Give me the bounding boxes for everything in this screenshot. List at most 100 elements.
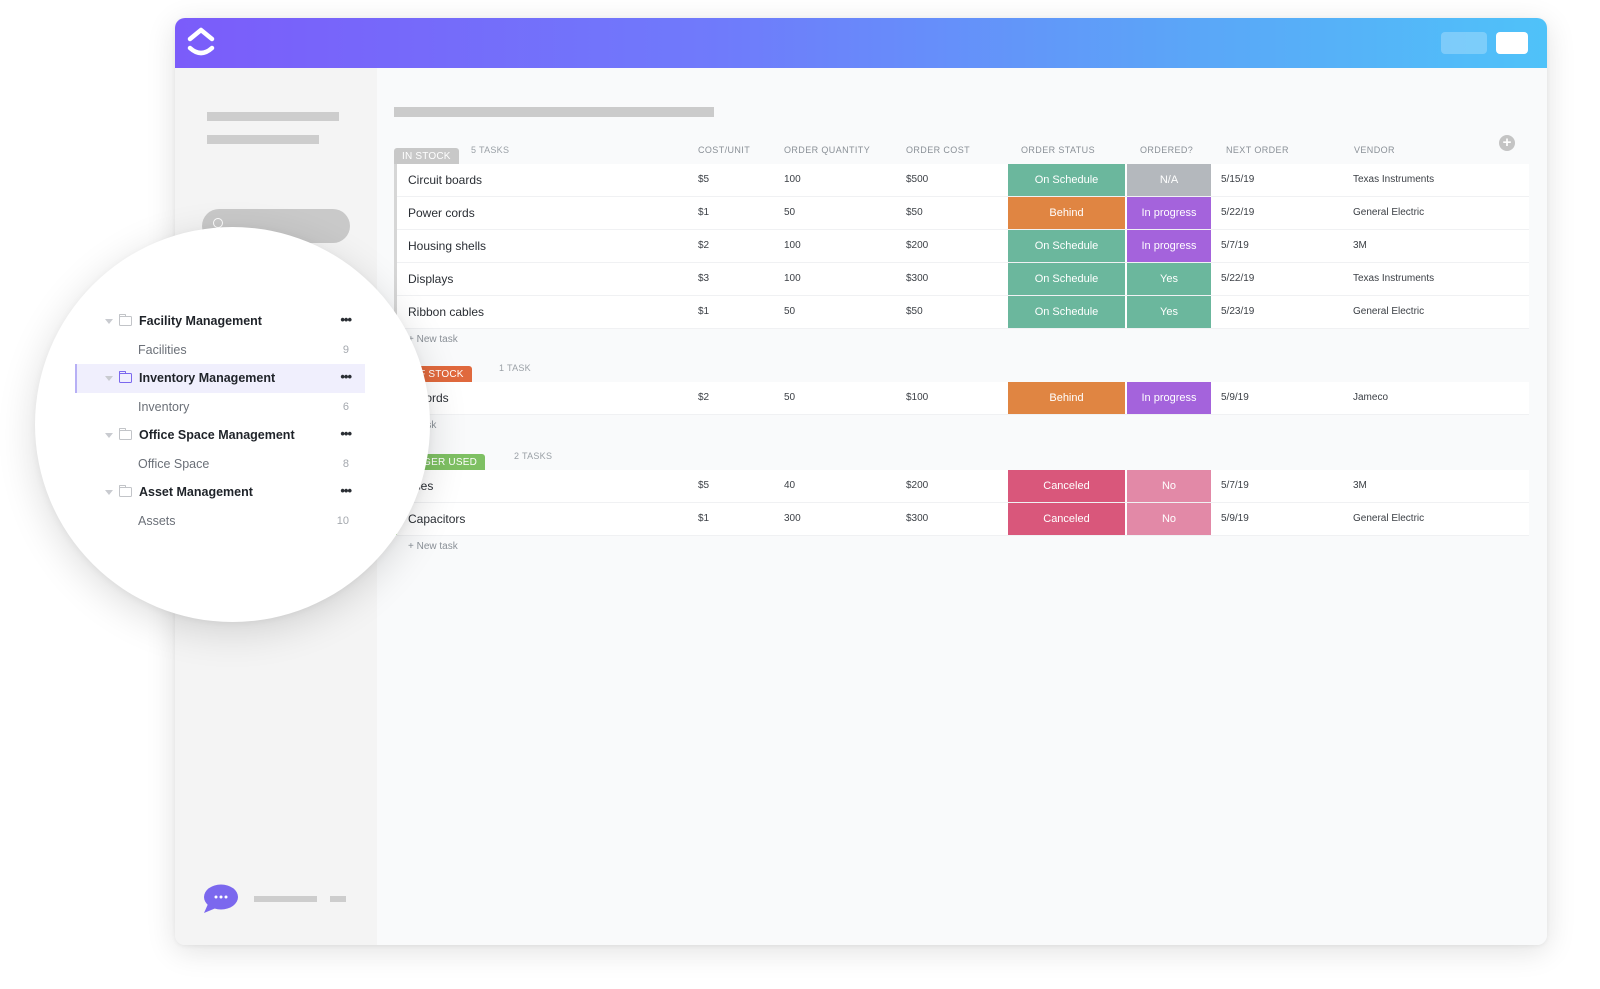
vendor-cell[interactable]: Texas Instruments — [1353, 263, 1434, 295]
order-quantity-cell[interactable]: 50 — [784, 197, 795, 229]
order-quantity-cell[interactable]: 50 — [784, 382, 795, 414]
task-name[interactable]: Capacitors — [408, 503, 465, 535]
vendor-cell[interactable]: General Electric — [1353, 296, 1424, 328]
group-tag[interactable]: IN STOCK — [394, 148, 459, 164]
next-order-date[interactable]: 5/9/19 — [1221, 503, 1249, 535]
column-header-next-order[interactable]: NEXT ORDER — [1226, 145, 1289, 155]
order-status-badge[interactable]: Canceled — [1008, 470, 1125, 502]
new-task-button[interactable]: + New task — [394, 329, 1529, 351]
new-task-button[interactable]: w task — [394, 415, 1529, 437]
sidebar-folder[interactable]: Office Space Management ••• — [90, 421, 365, 450]
order-status-badge[interactable]: On Schedule — [1008, 296, 1125, 328]
task-name[interactable]: Circuit boards — [408, 164, 482, 196]
order-quantity-cell[interactable]: 100 — [784, 230, 801, 262]
ordered-badge[interactable]: Yes — [1127, 296, 1211, 328]
sidebar-list-item[interactable]: Office Space 8 — [90, 450, 365, 479]
more-options-icon[interactable]: ••• — [340, 483, 352, 498]
more-options-icon[interactable]: ••• — [340, 312, 352, 327]
cost-unit-cell[interactable]: $1 — [698, 296, 709, 328]
sidebar-folder[interactable]: Inventory Management ••• — [75, 364, 365, 393]
ordered-badge[interactable]: No — [1127, 503, 1211, 535]
cost-unit-cell[interactable]: $1 — [698, 503, 709, 535]
next-order-date[interactable]: 5/7/19 — [1221, 230, 1249, 262]
order-quantity-cell[interactable]: 100 — [784, 263, 801, 295]
table-row[interactable]: ases $5 40 $200 Canceled No 5/7/19 3M — [397, 470, 1529, 502]
vendor-cell[interactable]: General Electric — [1353, 503, 1424, 535]
order-cost-cell[interactable]: $300 — [906, 503, 928, 535]
table-row[interactable]: Housing shells $2 100 $200 On Schedule I… — [397, 230, 1529, 262]
cost-unit-cell[interactable]: $2 — [698, 230, 709, 262]
caret-down-icon[interactable] — [105, 432, 113, 438]
order-status-badge[interactable]: On Schedule — [1008, 230, 1125, 262]
order-cost-cell[interactable]: $500 — [906, 164, 928, 196]
caret-down-icon[interactable] — [105, 489, 113, 495]
ordered-badge[interactable]: In progress — [1127, 197, 1211, 229]
cost-unit-cell[interactable]: $5 — [698, 470, 709, 502]
ordered-badge[interactable]: In progress — [1127, 230, 1211, 262]
cost-unit-cell[interactable]: $2 — [698, 382, 709, 414]
task-name[interactable]: Displays — [408, 263, 453, 295]
sidebar-folder[interactable]: Asset Management ••• — [90, 478, 365, 507]
next-order-date[interactable]: 5/15/19 — [1221, 164, 1254, 196]
topbar-button-secondary[interactable] — [1441, 32, 1487, 54]
table-row[interactable]: Capacitors $1 300 $300 Canceled No 5/9/1… — [397, 503, 1529, 535]
cost-unit-cell[interactable]: $3 — [698, 263, 709, 295]
caret-down-icon[interactable] — [105, 318, 113, 324]
next-order-date[interactable]: 5/9/19 — [1221, 382, 1249, 414]
order-quantity-cell[interactable]: 100 — [784, 164, 801, 196]
order-cost-cell[interactable]: $50 — [906, 197, 923, 229]
topbar-button-primary[interactable] — [1496, 32, 1528, 54]
task-name[interactable]: Power cords — [408, 197, 475, 229]
column-header-order-cost[interactable]: ORDER COST — [906, 145, 970, 155]
table-row[interactable]: Power cords $1 50 $50 Behind In progress… — [397, 197, 1529, 229]
vendor-cell[interactable]: Jameco — [1353, 382, 1388, 414]
next-order-date[interactable]: 5/22/19 — [1221, 263, 1254, 295]
next-order-date[interactable]: 5/23/19 — [1221, 296, 1254, 328]
ordered-badge[interactable]: Yes — [1127, 263, 1211, 295]
more-options-icon[interactable]: ••• — [340, 369, 352, 384]
order-quantity-cell[interactable]: 40 — [784, 470, 795, 502]
order-status-badge[interactable]: Behind — [1008, 197, 1125, 229]
next-order-date[interactable]: 5/7/19 — [1221, 470, 1249, 502]
order-cost-cell[interactable]: $50 — [906, 296, 923, 328]
table-row[interactable]: B cords $2 50 $100 Behind In progress 5/… — [397, 382, 1529, 414]
sidebar-list-item[interactable]: Facilities 9 — [90, 336, 365, 365]
column-header-cost-unit[interactable]: COST/UNIT — [698, 145, 750, 155]
table-row[interactable]: Ribbon cables $1 50 $50 On Schedule Yes … — [397, 296, 1529, 328]
column-header-order-status[interactable]: ORDER STATUS — [1021, 145, 1095, 155]
new-task-button[interactable]: + New task — [394, 536, 1529, 558]
order-status-badge[interactable]: Canceled — [1008, 503, 1125, 535]
task-name[interactable]: Housing shells — [408, 230, 486, 262]
order-cost-cell[interactable]: $200 — [906, 470, 928, 502]
clickup-logo-icon[interactable] — [185, 26, 217, 60]
column-header-order-quantity[interactable]: ORDER QUANTITY — [784, 145, 870, 155]
next-order-date[interactable]: 5/22/19 — [1221, 197, 1254, 229]
ordered-badge[interactable]: In progress — [1127, 382, 1211, 414]
vendor-cell[interactable]: 3M — [1353, 230, 1367, 262]
order-status-badge[interactable]: Behind — [1008, 382, 1125, 414]
vendor-cell[interactable]: 3M — [1353, 470, 1367, 502]
order-quantity-cell[interactable]: 50 — [784, 296, 795, 328]
column-header-ordered[interactable]: ORDERED? — [1140, 145, 1193, 155]
order-cost-cell[interactable]: $200 — [906, 230, 928, 262]
column-header-vendor[interactable]: VENDOR — [1354, 145, 1395, 155]
vendor-cell[interactable]: General Electric — [1353, 197, 1424, 229]
table-row[interactable]: Displays $3 100 $300 On Schedule Yes 5/2… — [397, 263, 1529, 295]
cost-unit-cell[interactable]: $5 — [698, 164, 709, 196]
order-cost-cell[interactable]: $100 — [906, 382, 928, 414]
ordered-badge[interactable]: No — [1127, 470, 1211, 502]
order-cost-cell[interactable]: $300 — [906, 263, 928, 295]
sidebar-folder[interactable]: Facility Management ••• — [90, 307, 365, 336]
cost-unit-cell[interactable]: $1 — [698, 197, 709, 229]
order-quantity-cell[interactable]: 300 — [784, 503, 801, 535]
table-row[interactable]: Circuit boards $5 100 $500 On Schedule N… — [397, 164, 1529, 196]
sidebar-list-item[interactable]: Inventory 6 — [90, 393, 365, 422]
sidebar-list-item[interactable]: Assets 10 — [90, 507, 365, 536]
ordered-badge[interactable]: N/A — [1127, 164, 1211, 196]
vendor-cell[interactable]: Texas Instruments — [1353, 164, 1434, 196]
caret-down-icon[interactable] — [105, 375, 113, 381]
chat-bubble-icon[interactable] — [202, 884, 238, 914]
task-name[interactable]: Ribbon cables — [408, 296, 484, 328]
more-options-icon[interactable]: ••• — [340, 426, 352, 441]
order-status-badge[interactable]: On Schedule — [1008, 164, 1125, 196]
